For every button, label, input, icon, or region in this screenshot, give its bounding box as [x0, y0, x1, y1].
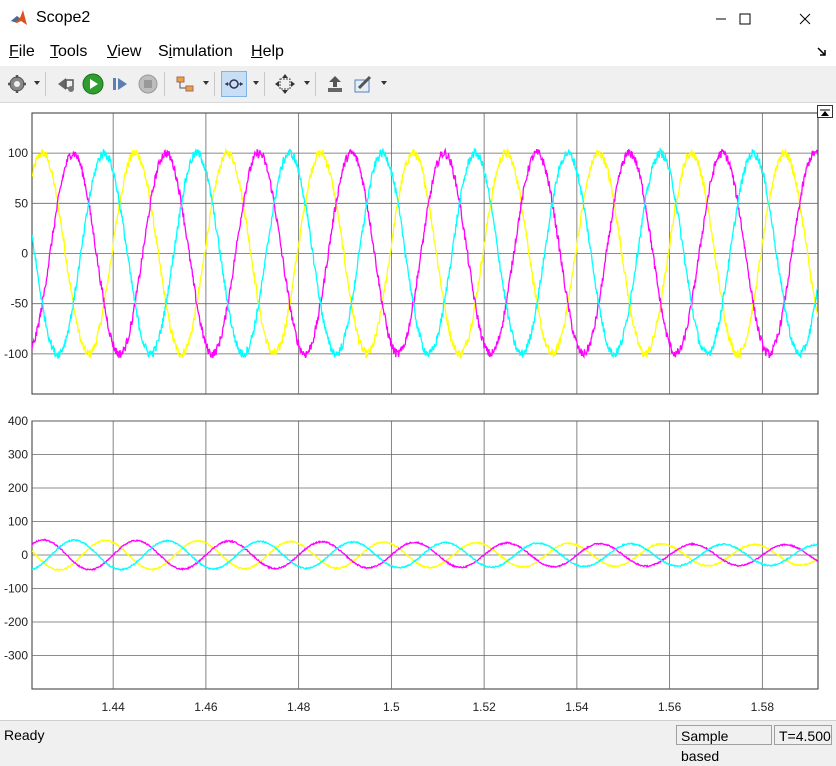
y-tick-label: -100 — [4, 582, 28, 596]
menu-file[interactable]: File — [9, 43, 35, 61]
settings-button[interactable] — [4, 71, 30, 97]
menu-view[interactable]: View — [107, 43, 141, 61]
dock-arrow-icon[interactable] — [816, 46, 828, 58]
status-sample-mode: Sample based — [676, 725, 772, 764]
toolbar-separator — [45, 72, 46, 96]
undock-button[interactable] — [817, 105, 833, 118]
signal-selector-icon — [176, 76, 194, 92]
autoscale-icon — [275, 74, 295, 94]
signal-selector-dropdown-icon[interactable] — [203, 81, 209, 85]
x-tick-label: 1.44 — [101, 700, 125, 714]
autoscale-dropdown-icon[interactable] — [304, 81, 310, 85]
highlight-button[interactable] — [350, 71, 376, 97]
x-tick-label: 1.58 — [751, 700, 775, 714]
toolbar-separator — [315, 72, 316, 96]
stop-icon — [138, 74, 158, 94]
stop-button[interactable] — [135, 71, 161, 97]
menu-help-rest: elp — [262, 43, 284, 60]
run-button[interactable] — [80, 71, 106, 97]
y-tick-label: 400 — [8, 414, 28, 428]
y-tick-label: 100 — [8, 146, 28, 160]
menu-file-rest: ile — [18, 43, 35, 60]
y-tick-label: -50 — [11, 297, 29, 311]
undock-icon — [820, 109, 830, 116]
title-bar: Scope2 — [0, 0, 836, 38]
step-forward-icon — [113, 78, 127, 90]
step-forward-button[interactable] — [107, 71, 133, 97]
y-tick-label: 200 — [8, 481, 28, 495]
zoom-icon — [225, 79, 243, 89]
y-tick-label: -100 — [4, 347, 28, 361]
y-tick-label: 0 — [21, 247, 28, 261]
maximize-icon — [739, 13, 751, 25]
zoom-button[interactable] — [221, 71, 247, 97]
close-button[interactable] — [782, 0, 828, 38]
toolbar-separator — [214, 72, 215, 96]
y-tick-label: -300 — [4, 649, 28, 663]
menu-tools-rest: ools — [58, 43, 88, 60]
run-icon — [82, 73, 104, 95]
status-time: T=4.500 — [774, 725, 832, 745]
x-tick-label: 1.54 — [565, 700, 589, 714]
toolbar-separator — [264, 72, 265, 96]
y-tick-label: 50 — [15, 196, 29, 210]
settings-icon — [8, 75, 26, 93]
x-tick-label: 1.46 — [194, 700, 218, 714]
status-ready: Ready — [4, 727, 45, 743]
highlight-dropdown-icon[interactable] — [381, 81, 387, 85]
y-tick-label: 100 — [8, 515, 28, 529]
close-icon — [799, 13, 811, 25]
y-tick-label: 0 — [21, 548, 28, 562]
menu-help[interactable]: Help — [251, 43, 284, 61]
restore-button[interactable] — [53, 71, 79, 97]
toolbar — [0, 66, 836, 103]
maximize-button[interactable] — [722, 0, 768, 38]
signal-selector-button[interactable] — [172, 71, 198, 97]
x-tick-label: 1.5 — [383, 700, 400, 714]
autoscale-button[interactable] — [272, 71, 298, 97]
menu-view-rest: iew — [117, 43, 142, 60]
y-tick-label: 300 — [8, 448, 28, 462]
x-tick-label: 1.56 — [658, 700, 682, 714]
scope-plot-area: 100 50 0 -50 -100 400 300 200 100 0 -100 -200 -300 1.… — [0, 103, 836, 720]
menu-simulation[interactable]: Simulation — [158, 43, 233, 61]
settings-dropdown-icon[interactable] — [34, 81, 40, 85]
status-bar: Ready Sample based T=4.500 — [0, 720, 836, 764]
menu-simulation-pre: S — [158, 43, 169, 60]
cursor-measure-icon — [328, 76, 342, 92]
toolbar-separator — [164, 72, 165, 96]
matlab-logo-icon — [11, 10, 27, 25]
menu-bar: File Tools View Simulation Help — [0, 38, 836, 66]
cursor-measure-button[interactable] — [322, 71, 348, 97]
x-tick-label: 1.48 — [287, 700, 311, 714]
window-title: Scope2 — [36, 9, 91, 26]
menu-tools[interactable]: Tools — [50, 43, 87, 61]
x-tick-label: 1.52 — [472, 700, 496, 714]
restore-icon — [58, 78, 74, 92]
menu-simulation-rest: mulation — [172, 43, 233, 60]
y-tick-label: -200 — [4, 615, 28, 629]
scope-axes[interactable]: 100 50 0 -50 -100 400 300 200 100 0 -100 -200 -300 1.… — [0, 103, 836, 720]
zoom-dropdown-icon[interactable] — [253, 81, 259, 85]
highlight-icon — [354, 75, 372, 93]
